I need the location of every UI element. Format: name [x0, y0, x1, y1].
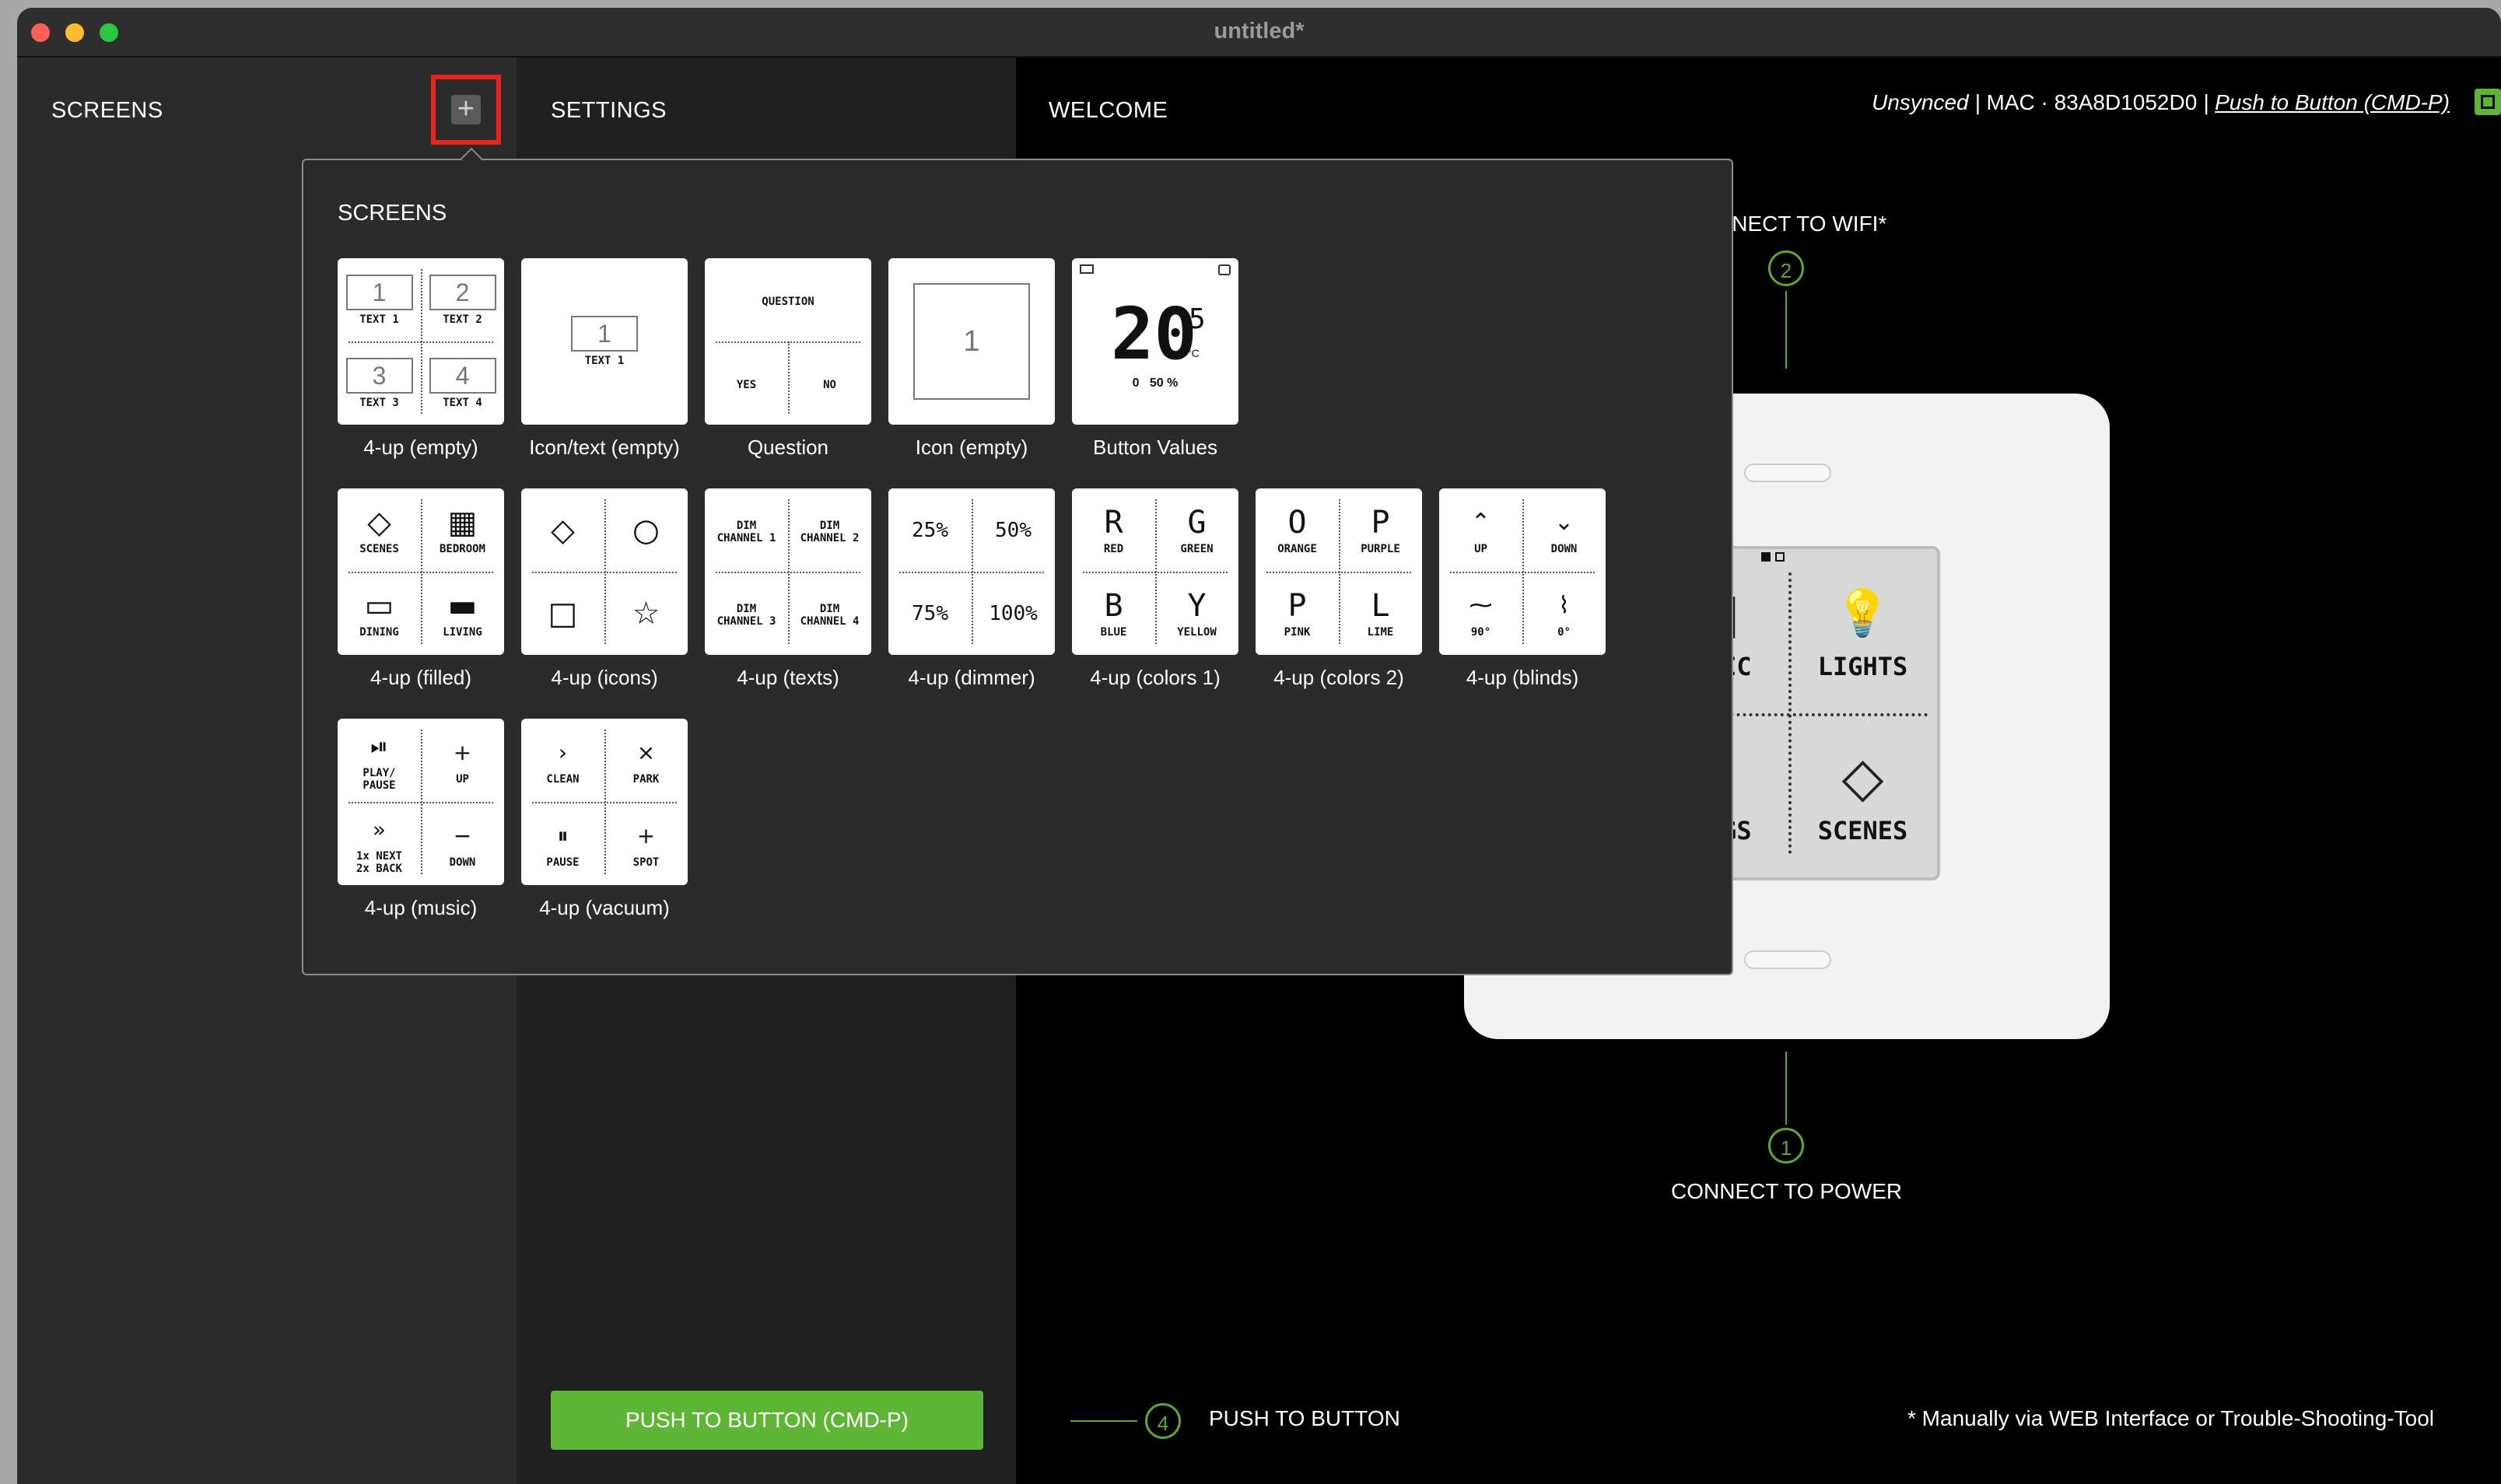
- tile-label: 4-up (dimmer): [908, 666, 1035, 689]
- tile-label: 4-up (texts): [737, 666, 839, 689]
- screens-heading: SCREENS: [51, 98, 163, 123]
- tile-preview: R RED G GREEN B BLUE Y YELLOW: [1072, 488, 1238, 655]
- tile-4up-vacuum[interactable]: › CLEAN × PARK ⏸ PAUSE + SPOT 4-up (vacuum): [521, 719, 688, 920]
- bulb-icon: 💡: [1834, 586, 1891, 639]
- tile-label: Button Values: [1093, 436, 1217, 459]
- link-icon: [1218, 264, 1231, 275]
- step2-number: 2: [1768, 250, 1804, 286]
- tile-label: 4-up (filled): [370, 666, 472, 689]
- tile-label: 4-up (blinds): [1466, 666, 1579, 689]
- sync-state: Unsynced: [1872, 90, 1969, 114]
- tile-label: Icon (empty): [915, 436, 1028, 459]
- mac-address: MAC · 83A8D1052D0: [1986, 90, 2198, 114]
- tile-preview: 1 TEXT 1 2 TEXT 2 3 TEXT 3 4 TEXT 4: [338, 258, 504, 425]
- tile-preview: DIM CHANNEL 1 DIM CHANNEL 2 DIM CHANNEL …: [705, 488, 871, 655]
- tile-label: 4-up (colors 2): [1273, 666, 1404, 689]
- device-quad-lights: 💡 LIGHTS: [1788, 549, 1937, 713]
- tile-preview: ⏯ PLAY/ PAUSE + UP » 1x NEXT 2x BACK − DOWN: [338, 719, 504, 885]
- step4-label: PUSH TO BUTTON: [1209, 1406, 1400, 1430]
- scenes-icon: ◇: [1841, 744, 1884, 809]
- device-quad-scenes: ◇ SCENES: [1817, 744, 1908, 845]
- tile-label: 4-up (empty): [363, 436, 478, 459]
- tile-4up-blinds[interactable]: ⌃ UP ⌄ DOWN ⁓ 90° ⌇ 0° 4-up (blinds): [1439, 488, 1606, 690]
- window-title: untitled*: [1214, 19, 1305, 44]
- step1-number: 1: [1768, 1128, 1804, 1164]
- popup-title: SCREENS: [338, 201, 447, 226]
- app-window: untitled* SCREENS + SETTINGS WELCOME Uns…: [17, 8, 2501, 1484]
- tile-preview: 1 TEXT 1: [521, 258, 688, 425]
- settings-heading: SETTINGS: [551, 98, 667, 123]
- tile-preview: 1: [888, 258, 1055, 425]
- tile-preview: › CLEAN × PARK ⏸ PAUSE + SPOT: [521, 719, 688, 885]
- tile-label: 4-up (icons): [551, 666, 658, 689]
- step4-connector: [1070, 1420, 1137, 1422]
- welcome-heading: WELCOME: [1049, 98, 1168, 123]
- tile-4up-texts[interactable]: DIM CHANNEL 1 DIM CHANNEL 2 DIM CHANNEL …: [705, 488, 871, 690]
- device-status-icon: [2475, 89, 2501, 115]
- device-bottom-button: [1744, 950, 1831, 969]
- plus-icon: +: [451, 94, 481, 124]
- tile-preview: QUESTION YES NO: [705, 258, 871, 425]
- tile-4up-empty[interactable]: 1 TEXT 1 2 TEXT 2 3 TEXT 3 4 TEXT 4 4-up (em…: [338, 258, 504, 460]
- add-screen-popup: SCREENS 1 TEXT 1 2 TEXT 2 3 TEXT 3 4 TEXT 4 …: [302, 159, 1733, 975]
- sync-status: Unsynced | MAC · 83A8D1052D0 | Push to B…: [1872, 90, 2450, 114]
- push-to-button-button[interactable]: PUSH TO BUTTON (CMD-P): [551, 1391, 983, 1450]
- tile-icon-empty[interactable]: 1 Icon (empty): [888, 258, 1055, 460]
- tile-button-values[interactable]: 20 5 °C 0 50 % Button Values: [1072, 258, 1238, 460]
- step1-connector: [1785, 1052, 1787, 1125]
- tile-4up-colors-1[interactable]: R RED G GREEN B BLUE Y YELLOW 4-up (colors 1…: [1072, 488, 1238, 690]
- step4-number: 4: [1145, 1403, 1181, 1439]
- tile-4up-filled[interactable]: ◇ SCENES ▦ BEDROOM ▭ DINING ▬ LIVING 4-up (f…: [338, 488, 504, 690]
- title-bar: untitled*: [17, 8, 2501, 58]
- tile-preview: 20 5 °C 0 50 %: [1072, 258, 1238, 425]
- tile-label: Icon/text (empty): [529, 436, 680, 459]
- tile-label: Question: [747, 436, 829, 459]
- tile-4up-icons[interactable]: ◇ ○ □ ☆ 4-up (icons): [521, 488, 688, 690]
- step1-label: CONNECT TO POWER: [1671, 1179, 1903, 1203]
- tile-icon-text-empty[interactable]: 1 TEXT 1 Icon/text (empty): [521, 258, 688, 460]
- tile-question[interactable]: QUESTION YES NO Question: [705, 258, 871, 460]
- tile-4up-colors-2[interactable]: O ORANGE P PURPLE P PINK L LIME 4-up (colors…: [1256, 488, 1422, 690]
- device-top-button: [1744, 464, 1831, 482]
- tile-4up-dimmer[interactable]: 25% 50% 75% 100% 4-up (dimmer): [888, 488, 1055, 690]
- battery-icon: [1080, 264, 1094, 274]
- tile-preview: 25% 50% 75% 100%: [888, 488, 1055, 655]
- footnote: * Manually via WEB Interface or Trouble-…: [1907, 1406, 2434, 1430]
- tile-label: 4-up (colors 1): [1090, 666, 1221, 689]
- tile-label: 4-up (vacuum): [539, 896, 670, 919]
- tile-4up-music[interactable]: ⏯ PLAY/ PAUSE + UP » 1x NEXT 2x BACK − DOWN …: [338, 719, 504, 920]
- tile-preview: ◇ ○ □ ☆: [521, 488, 688, 655]
- add-screen-button[interactable]: +: [431, 75, 501, 145]
- push-to-button-link[interactable]: Push to Button (CMD-P): [2215, 90, 2450, 114]
- tile-label: 4-up (music): [364, 896, 478, 919]
- tile-preview: ◇ SCENES ▦ BEDROOM ▭ DINING ▬ LIVING: [338, 488, 504, 655]
- tile-preview: O ORANGE P PURPLE P PINK L LIME: [1256, 488, 1422, 655]
- tile-preview: ⌃ UP ⌄ DOWN ⁓ 90° ⌇ 0°: [1439, 488, 1606, 655]
- step2-connector: [1785, 291, 1787, 369]
